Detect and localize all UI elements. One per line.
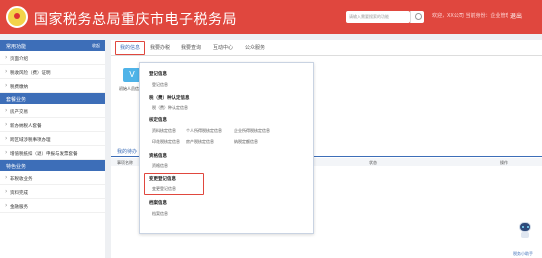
my-info-dropdown: 登记信息 登记信息 税（费）种认定信息 税（费）种认定信息 核定信息 资料核定信… (139, 62, 314, 234)
top-header: 国家税务总局重庆市电子税务局 请输入需要搜索的功能 欢迎，XX公司 当前身份：企… (0, 0, 542, 34)
dropdown-item[interactable]: 企业所得税核定信息 (234, 128, 270, 134)
sidebar-item[interactable]: 税费缴纳 (0, 79, 105, 93)
dropdown-group-heading: 档案信息 (149, 201, 167, 206)
dropdown-item[interactable]: 纳税定额信息 (234, 139, 258, 145)
dropdown-item[interactable]: 资格信息 (152, 163, 168, 169)
tab-interaction[interactable]: 互动中心 (213, 44, 233, 51)
logout-link[interactable]: 退出 (510, 11, 522, 20)
sidebar-item[interactable]: 资料完成 (0, 185, 105, 199)
column-header: 状态 (369, 160, 377, 165)
sidebar-section-label: 套餐业务 (6, 97, 27, 103)
highlight-box (115, 41, 145, 55)
sidebar-section-label: 常用功能 (6, 44, 27, 50)
sidebar: 常用功能 收起 页面介绍 税收风险（费）证明 税费缴纳 套餐业务 房产交易 新办… (0, 40, 105, 258)
sidebar-item[interactable]: 跨区域涉税事项办理 (0, 132, 105, 146)
dropdown-group-heading: 登记信息 (149, 72, 167, 77)
tax-emblem-icon (6, 6, 28, 28)
sidebar-item[interactable]: 税收风险（费）证明 (0, 65, 105, 79)
main-tabs: 我的信息 我要办税 我要查询 互动中心 公众服务 (111, 40, 542, 56)
column-header: 事项名称 (117, 160, 133, 165)
assistant-robot-icon[interactable] (517, 222, 533, 240)
dropdown-item[interactable]: 登记信息 (152, 82, 168, 88)
search-input[interactable]: 请输入需要搜索的功能 (346, 11, 410, 23)
sidebar-section-package[interactable]: 套餐业务 (0, 93, 105, 104)
dropdown-group-heading: 核定信息 (149, 118, 167, 123)
dropdown-item[interactable]: 资料核定信息 (152, 128, 176, 134)
tab-query[interactable]: 我要查询 (181, 44, 201, 51)
sidebar-section-special[interactable]: 特色业务 (0, 160, 105, 171)
dropdown-group-heading: 资格信息 (149, 154, 167, 159)
sidebar-item[interactable]: 房产交易 (0, 104, 105, 118)
dropdown-group-heading: 税（费）种认定信息 (149, 96, 190, 101)
site-title: 国家税务总局重庆市电子税务局 (34, 12, 237, 28)
sidebar-section-common[interactable]: 常用功能 收起 (0, 40, 105, 51)
highlight-box (144, 173, 204, 195)
tab-my-todo[interactable]: 我的待办 (117, 148, 137, 155)
dropdown-item[interactable]: 税（费）种认定信息 (152, 105, 188, 111)
sidebar-item[interactable]: 金融服务 (0, 199, 105, 213)
user-info: 欢迎，XX公司 当前身份：企业管理员 (432, 13, 508, 19)
assistant-label[interactable]: 税务小助手 (513, 251, 533, 257)
sidebar-item[interactable]: 页面介绍 (0, 51, 105, 65)
dropdown-item[interactable]: 档案信息 (152, 211, 168, 217)
tab-public-service[interactable]: 公众服务 (245, 44, 265, 51)
sidebar-item[interactable]: 新办纳税人套餐 (0, 118, 105, 132)
dropdown-item[interactable]: 印花税核定信息 (152, 139, 180, 145)
dropdown-item[interactable]: 个人所得税核定信息 (186, 128, 222, 134)
sidebar-item[interactable]: 非税收业务 (0, 171, 105, 185)
column-header: 操作 (500, 160, 508, 165)
sidebar-section-label: 特色业务 (6, 164, 27, 170)
sidebar-item[interactable]: 增值税抵扣（退）申报与发票套餐 (0, 146, 105, 160)
tab-tax-handling[interactable]: 我要办税 (150, 44, 170, 51)
search-icon[interactable] (410, 11, 424, 23)
collapse-button[interactable]: 收起 (92, 43, 100, 49)
dropdown-item[interactable]: 房产税核定信息 (186, 139, 214, 145)
